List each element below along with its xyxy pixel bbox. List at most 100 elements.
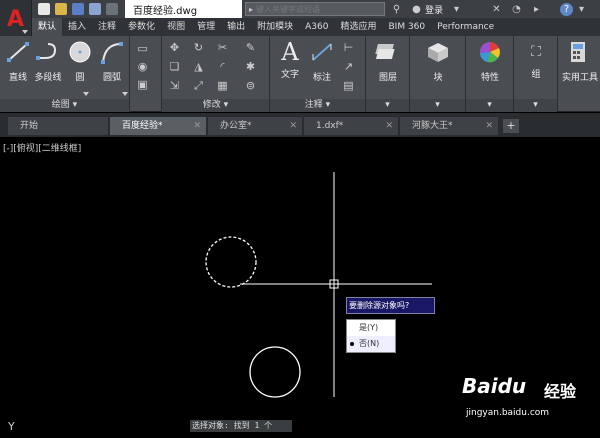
region-icon[interactable]: ▣ <box>136 78 149 91</box>
array-icon[interactable]: ▦ <box>216 79 229 92</box>
layer-button[interactable]: 图层 <box>372 40 404 83</box>
layer-icon <box>375 44 395 59</box>
group-group-footer[interactable]: ▾ <box>514 99 557 112</box>
line-tool-label: 直线 <box>8 73 27 83</box>
file-tab-bar: 开始 百度经验* ✕ 办公室* ✕ 1.dxf* ✕ 河豚大王* ✕ + <box>0 113 600 137</box>
linear-dim-icon[interactable]: ⊢ <box>342 41 355 54</box>
polyline-tool-button[interactable]: 多段线 <box>32 40 64 83</box>
search-input[interactable] <box>256 4 377 14</box>
utilities-button[interactable]: 实用工具 <box>562 40 598 83</box>
annotation-group-footer[interactable]: 注释 ▾ <box>270 99 365 112</box>
line-icon <box>7 42 29 62</box>
selected-circle[interactable] <box>205 236 257 288</box>
close-tab-icon[interactable]: ✕ <box>485 117 493 135</box>
add-tab-button[interactable]: + <box>503 119 519 133</box>
help-arrow-icon[interactable]: ▸ <box>530 3 543 16</box>
rectangle-icon[interactable]: ▭ <box>136 42 149 55</box>
block-button[interactable]: 块 <box>422 40 454 83</box>
stretch-icon[interactable]: ⇲ <box>168 79 181 92</box>
binoculars-icon[interactable]: ⚲ <box>390 3 403 16</box>
move-icon[interactable]: ✥ <box>168 41 181 54</box>
modify-group: ✥ ↻ ✂ ✎ ❏ ◮ ◜ ✱ ⇲ ⤢ ▦ ⊜ 修改 ▾ <box>162 36 270 112</box>
tab-a360[interactable]: A360 <box>299 18 334 36</box>
file-tab-label: 百度经验* <box>122 121 163 131</box>
offset-icon[interactable]: ⊜ <box>244 79 257 92</box>
tab-featured-apps[interactable]: 精选应用 <box>334 18 382 36</box>
tab-default[interactable]: 默认 <box>32 18 63 36</box>
tab-performance[interactable]: Performance <box>431 18 500 36</box>
command-line[interactable]: 选择对象: 找到 1 个 <box>190 420 292 432</box>
scale-icon[interactable]: ⤢ <box>192 79 205 92</box>
fillet-icon[interactable]: ◜ <box>216 60 229 73</box>
draw-extras-group: ▭ ◉ ▣ <box>130 36 162 112</box>
ucs-icon: Y <box>8 420 15 433</box>
option-no[interactable]: 否(N) <box>347 336 395 352</box>
utilities-group: 实用工具 <box>558 36 600 112</box>
trim-icon[interactable]: ✂ <box>216 41 229 54</box>
arc-tool-button[interactable]: 圆弧 <box>96 40 128 83</box>
properties-button[interactable]: 特性 <box>474 40 506 83</box>
open-file-icon[interactable] <box>55 3 67 15</box>
new-file-icon[interactable] <box>38 3 50 15</box>
save-icon[interactable] <box>72 3 84 15</box>
arc-dropdown-icon[interactable] <box>122 92 128 96</box>
layer-group: 图层 ▾ <box>366 36 410 112</box>
line-tool-button[interactable]: 直线 <box>2 40 34 83</box>
modify-group-footer[interactable]: 修改 ▾ <box>162 99 269 112</box>
a360-icon[interactable]: ◔ <box>510 3 523 16</box>
help-icon[interactable]: ? <box>560 3 573 16</box>
ribbon-tab-bar: 默认 插入 注释 参数化 视图 管理 输出 附加模块 A360 精选应用 BIM… <box>32 18 600 36</box>
dimension-tool-label: 标注 <box>312 73 331 83</box>
file-tab-start[interactable]: 开始 <box>8 117 108 135</box>
group-button[interactable]: ⛶ 组 <box>520 40 552 80</box>
circle-tool-button[interactable]: 圆 <box>64 40 96 83</box>
file-tab-baidu[interactable]: 百度经验* ✕ <box>110 117 206 135</box>
file-tab-office[interactable]: 办公室* ✕ <box>208 117 302 135</box>
copied-circle[interactable] <box>249 346 301 398</box>
close-tab-icon[interactable]: ✕ <box>193 117 201 135</box>
file-tab-1dxf[interactable]: 1.dxf* ✕ <box>304 117 398 135</box>
group-label: 组 <box>531 70 541 80</box>
user-icon[interactable]: ● <box>410 3 423 16</box>
draw-group-footer[interactable]: 绘图 ▾ <box>0 99 129 112</box>
tab-annotate[interactable]: 注释 <box>92 18 122 36</box>
tab-manage[interactable]: 管理 <box>191 18 221 36</box>
help-dropdown-icon[interactable]: ▾ <box>575 3 588 16</box>
application-menu-button[interactable]: A <box>0 0 32 40</box>
copy-icon[interactable]: ❏ <box>168 60 181 73</box>
tab-parametric[interactable]: 参数化 <box>122 18 161 36</box>
properties-group-footer[interactable]: ▾ <box>466 99 513 112</box>
erase-icon[interactable]: ✎ <box>244 41 257 54</box>
mirror-icon[interactable]: ◮ <box>192 60 205 73</box>
tab-view[interactable]: 视图 <box>161 18 191 36</box>
file-tab-hetun[interactable]: 河豚大王* ✕ <box>400 117 498 135</box>
text-tool-button[interactable]: A 文字 <box>274 40 306 80</box>
block-group-footer[interactable]: ▾ <box>410 99 465 112</box>
circle-dropdown-icon[interactable] <box>83 92 89 96</box>
option-yes[interactable]: 是(Y) <box>347 320 395 336</box>
leader-icon[interactable]: ↗ <box>342 60 355 73</box>
tab-insert[interactable]: 插入 <box>62 18 92 36</box>
option-yes-label: 是(Y) <box>359 323 379 332</box>
tab-addins[interactable]: 附加模块 <box>251 18 299 36</box>
properties-label: 特性 <box>480 73 499 83</box>
table-icon[interactable]: ▤ <box>342 79 355 92</box>
dimension-tool-button[interactable]: 标注 <box>306 40 338 83</box>
login-button[interactable]: 登录 <box>425 3 443 16</box>
search-box[interactable]: ▸ <box>245 2 385 16</box>
rotate-icon[interactable]: ↻ <box>192 41 205 54</box>
save-as-icon[interactable] <box>89 3 101 15</box>
circle-tool-label: 圆 <box>75 73 85 83</box>
exchange-apps-icon[interactable]: ✕ <box>490 3 503 16</box>
tab-output[interactable]: 输出 <box>221 18 251 36</box>
login-dropdown-icon[interactable]: ▾ <box>450 3 463 16</box>
layer-label: 图层 <box>378 73 397 83</box>
close-tab-icon[interactable]: ✕ <box>289 117 297 135</box>
explode-icon[interactable]: ✱ <box>244 60 257 73</box>
hatch-icon[interactable]: ◉ <box>136 60 149 73</box>
close-tab-icon[interactable]: ✕ <box>385 117 393 135</box>
tab-bim360[interactable]: BIM 360 <box>382 18 431 36</box>
layer-group-footer[interactable]: ▾ <box>366 99 409 112</box>
quick-access-more-icon[interactable] <box>106 3 118 15</box>
polyline-icon <box>36 43 57 60</box>
